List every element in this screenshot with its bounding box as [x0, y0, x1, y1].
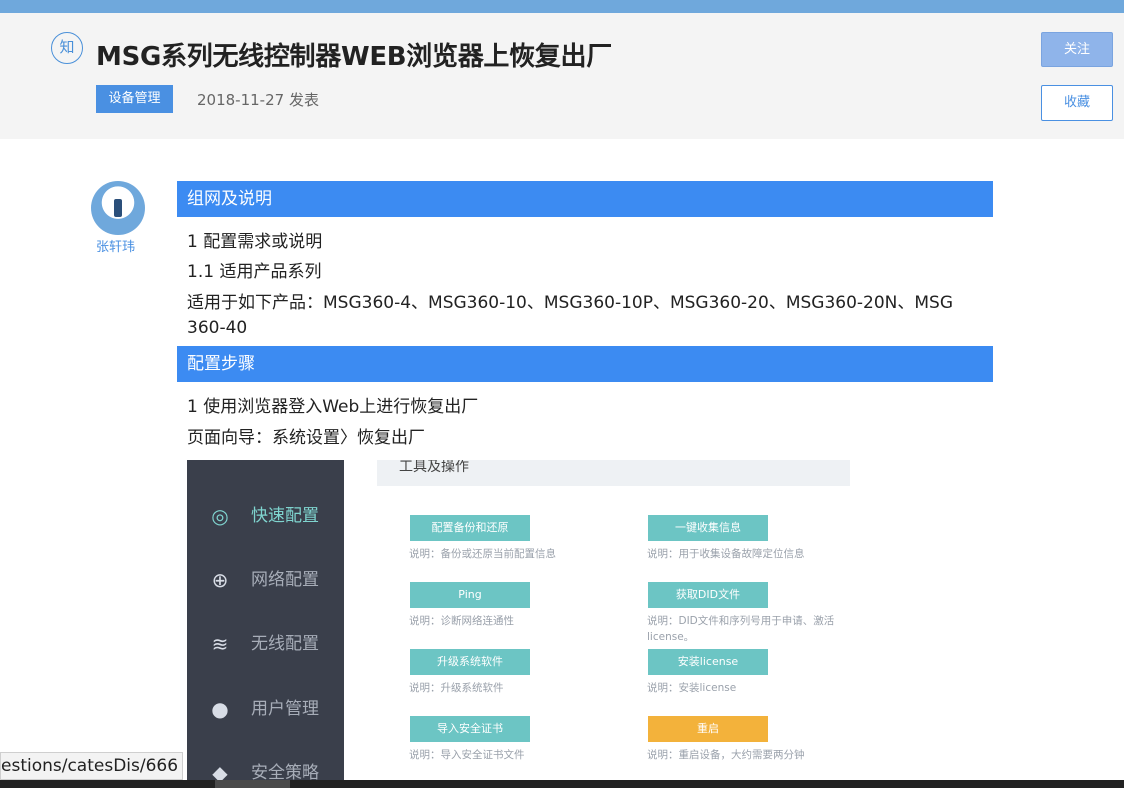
globe-icon: ⊕	[211, 568, 229, 592]
page-title: MSG系列无线控制器WEB浏览器上恢复出厂	[96, 42, 612, 72]
tools-panel-header: 工具及操作	[377, 460, 850, 486]
embedded-sidebar-label: 网络配置	[251, 570, 319, 590]
embedded-tool-button: 升级系统软件	[410, 649, 530, 675]
follow-button[interactable]: 关注	[1041, 32, 1113, 67]
paragraph: 适用于如下产品：MSG360-4、MSG360-10、MSG360-10P、MS…	[187, 293, 954, 313]
embedded-tool-button: 重启	[648, 716, 768, 742]
zhi-badge-icon: 知	[51, 32, 83, 64]
horizontal-scrollbar[interactable]	[0, 780, 1124, 788]
embedded-sidebar-label: 安全策略	[251, 763, 319, 782]
embedded-tools-panel: 工具及操作 配置备份和还原说明：备份或还原当前配置信息 一键收集信息说明：用于收集…	[377, 460, 850, 782]
embedded-screenshot: ◎ 快速配置 ⊕ 网络配置 ≋ 无线配置 ● 用户管理 ◆ 安全策略 工具及操作 配置备份和还原说…	[187, 460, 850, 782]
embedded-sidebar: ◎ 快速配置 ⊕ 网络配置 ≋ 无线配置 ● 用户管理 ◆ 安全策略	[187, 460, 344, 782]
avatar-tie-icon	[114, 199, 122, 217]
status-url: estions/catesDis/666	[0, 752, 183, 780]
embedded-tool-description: 说明：DID文件和序列号用于申请、激活	[647, 615, 835, 627]
shield-icon: ◆	[212, 761, 228, 782]
embedded-tool-description: 说明：用于收集设备故障定位信息	[647, 548, 805, 560]
author-name[interactable]: 张轩玮	[96, 236, 135, 255]
embedded-tool-description: 说明：升级系统软件	[409, 682, 504, 694]
collect-button[interactable]: 收藏	[1041, 85, 1113, 121]
embedded-tool-button: 配置备份和还原	[410, 515, 530, 541]
article-header	[0, 13, 1124, 139]
embedded-tool-description: 说明：重启设备，大约需要两分钟	[647, 749, 805, 761]
scrollbar-thumb[interactable]	[215, 780, 290, 788]
section-title-networking: 组网及说明	[177, 181, 993, 217]
quick-config-icon: ◎	[211, 504, 229, 528]
embedded-tool-description: 说明：备份或还原当前配置信息	[409, 548, 556, 560]
wifi-icon: ≋	[211, 632, 229, 656]
embedded-sidebar-label: 用户管理	[251, 699, 319, 719]
embedded-tool-description: 说明：诊断网络连通性	[409, 615, 514, 627]
paragraph: 1 使用浏览器登入Web上进行恢复出厂	[187, 397, 479, 417]
user-icon: ●	[211, 697, 229, 721]
embedded-tool-button: Ping	[410, 582, 530, 608]
avatar[interactable]	[91, 181, 145, 235]
embedded-sidebar-label: 无线配置	[251, 634, 319, 654]
paragraph: 1.1 适用产品系列	[187, 262, 322, 282]
paragraph: 360-40	[187, 318, 248, 338]
section-title-steps: 配置步骤	[177, 346, 993, 382]
embedded-tool-button: 安装license	[648, 649, 768, 675]
top-accent-bar	[0, 0, 1124, 13]
publish-date: 2018-11-27 发表	[197, 91, 319, 109]
embedded-sidebar-item: ◆ 安全策略	[187, 752, 344, 782]
tools-panel-title: 工具及操作	[399, 460, 469, 475]
embedded-sidebar-item: ● 用户管理	[187, 688, 344, 728]
embedded-sidebar-item: ⊕ 网络配置	[187, 559, 344, 599]
category-tag[interactable]: 设备管理	[96, 85, 173, 113]
embedded-tool-description: 说明：安装license	[647, 682, 737, 694]
paragraph: 1 配置需求或说明	[187, 232, 323, 252]
embedded-sidebar-label: 快速配置	[251, 506, 319, 526]
embedded-tool-description: 说明：导入安全证书文件	[409, 749, 525, 761]
embedded-sidebar-item: ≋ 无线配置	[187, 623, 344, 663]
embedded-tool-button: 获取DID文件	[648, 582, 768, 608]
paragraph: 页面向导：系统设置〉恢复出厂	[187, 428, 425, 448]
embedded-tool-description: license。	[647, 631, 695, 643]
embedded-sidebar-item: ◎ 快速配置	[187, 495, 344, 535]
embedded-tool-button: 导入安全证书	[410, 716, 530, 742]
embedded-tool-button: 一键收集信息	[648, 515, 768, 541]
